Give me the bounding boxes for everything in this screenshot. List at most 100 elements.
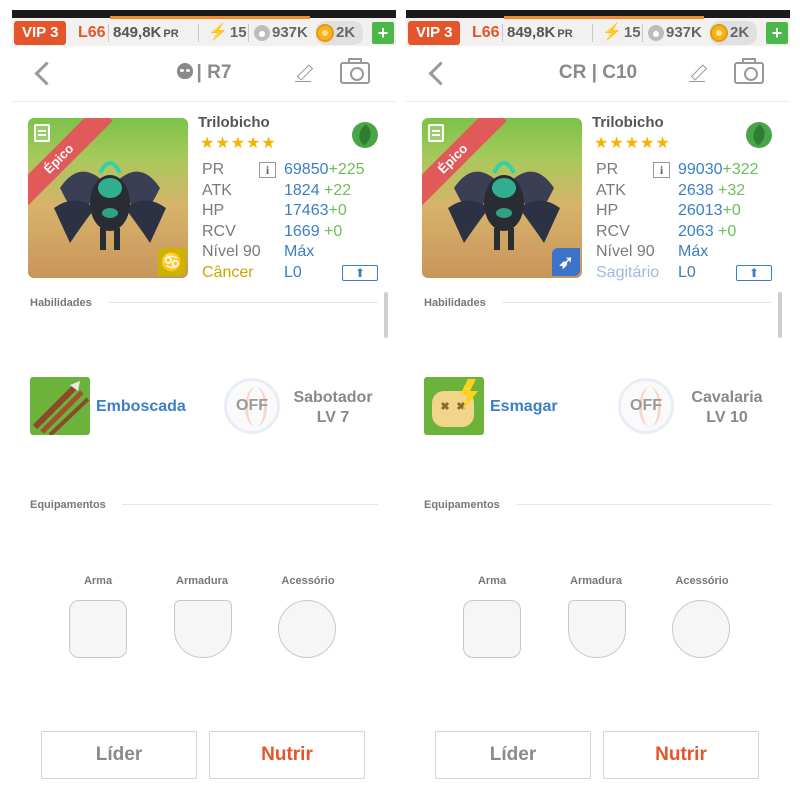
stat-row-atk: ATK 2638 +32 bbox=[596, 181, 786, 202]
stat-base: 2063 bbox=[678, 222, 714, 240]
player-level: L66 bbox=[78, 24, 106, 41]
edit-pencil-icon[interactable] bbox=[295, 64, 313, 82]
notes-icon[interactable] bbox=[428, 124, 444, 142]
leader-skill-level: LV 7 bbox=[316, 409, 350, 426]
upgrade-arrow-button[interactable]: ⬆ bbox=[342, 264, 378, 281]
lightning-icon: ⚡ bbox=[208, 24, 228, 41]
armor-slot[interactable] bbox=[568, 600, 626, 658]
player-power-value: 849,8K bbox=[507, 24, 556, 41]
coin-icon bbox=[316, 24, 334, 42]
stat-row-rcv: RCV 2063 +0 bbox=[596, 222, 786, 243]
monster-panel-left: VIP 3 L66 849,8KPR ⚡15 937K 2K + | R7 bbox=[12, 10, 396, 798]
feed-button[interactable]: Nutrir bbox=[603, 731, 759, 779]
notes-icon[interactable] bbox=[34, 124, 50, 142]
food-counter[interactable]: 937K bbox=[648, 21, 702, 45]
stats-table: PR i 69850+225 ATK 1824 +22 HP 17463+0 R… bbox=[202, 160, 392, 283]
weapon-slot[interactable] bbox=[69, 600, 127, 658]
stat-value: 1669 +0 bbox=[284, 222, 342, 242]
sign-level: L0 bbox=[284, 263, 302, 281]
sagittarius-icon: ➶ bbox=[552, 248, 580, 276]
leader-skill-toggle[interactable]: OFF bbox=[618, 378, 674, 434]
food-counter[interactable]: 937K bbox=[254, 21, 308, 45]
stat-base: 17463 bbox=[284, 202, 329, 219]
leaf-icon bbox=[746, 122, 772, 148]
leader-skill-toggle[interactable]: OFF bbox=[224, 378, 280, 434]
skills-section-title: Habilidades bbox=[30, 297, 92, 309]
coin-value: 2K bbox=[730, 24, 750, 41]
monster-name: Trilobicho bbox=[592, 114, 664, 131]
coin-icon bbox=[710, 24, 728, 42]
leader-button[interactable]: Líder bbox=[435, 731, 591, 779]
player-power: 849,8K PR bbox=[507, 21, 573, 46]
stat-base: 2638 bbox=[678, 181, 714, 199]
stat-row-sign: Câncer L0 ⬆ bbox=[202, 263, 392, 284]
stat-bonus: +0 bbox=[713, 222, 737, 240]
accessory-slot[interactable] bbox=[672, 600, 730, 658]
cancer-icon: ♋ bbox=[158, 248, 186, 276]
coin-counter[interactable]: 2K bbox=[316, 21, 364, 45]
divider bbox=[516, 504, 772, 505]
stat-row-pr: PR i 99030+322 bbox=[596, 160, 786, 181]
feed-button[interactable]: Nutrir bbox=[209, 731, 365, 779]
stat-value: 1824 +22 bbox=[284, 181, 351, 201]
add-coins-button[interactable]: + bbox=[372, 22, 394, 44]
skill-name[interactable]: Emboscada bbox=[96, 398, 186, 416]
camera-icon[interactable] bbox=[340, 58, 370, 84]
weapon-slot[interactable] bbox=[463, 600, 521, 658]
camera-icon[interactable] bbox=[734, 58, 764, 84]
ambush-skill-icon[interactable] bbox=[30, 377, 90, 435]
upgrade-arrow-button[interactable]: ⬆ bbox=[736, 264, 772, 281]
monster-portrait[interactable]: Épico ➶ bbox=[422, 118, 582, 278]
status-bar: VIP 3 L66 849,8K PR ⚡ 15 937K 2K + bbox=[406, 10, 790, 46]
stats-table: PR i 99030+322 ATK 2638 +32 HP 26013+0 R… bbox=[596, 160, 786, 283]
leader-skill: Cavalaria LV 10 bbox=[672, 388, 782, 428]
divider bbox=[122, 504, 378, 505]
lightning-icon: ⚡ bbox=[602, 24, 622, 41]
food-value: 937K bbox=[272, 24, 308, 41]
paw-icon bbox=[254, 25, 270, 41]
scrollbar[interactable] bbox=[778, 292, 782, 338]
stat-base: 26013 bbox=[678, 202, 723, 219]
player-power-value: 849,8K bbox=[113, 24, 162, 41]
stat-base: 69850 bbox=[284, 161, 329, 178]
stat-row-hp: HP 26013+0 bbox=[596, 201, 786, 222]
vip-badge[interactable]: VIP 3 bbox=[14, 21, 67, 45]
stat-value: 26013+0 bbox=[678, 201, 741, 221]
divider bbox=[502, 24, 503, 42]
info-icon[interactable]: i bbox=[259, 162, 276, 178]
divider bbox=[502, 302, 772, 303]
stat-bonus: +0 bbox=[328, 202, 347, 219]
divider bbox=[198, 24, 199, 42]
monster-portrait[interactable]: Épico ♋ bbox=[28, 118, 188, 278]
equipment-section-title: Equipamentos bbox=[30, 499, 106, 511]
monster-name: Trilobicho bbox=[198, 114, 270, 131]
vip-badge[interactable]: VIP 3 bbox=[408, 21, 461, 45]
stat-label: RCV bbox=[202, 222, 236, 240]
player-power: 849,8K PR bbox=[113, 21, 179, 46]
weapon-label: Arma bbox=[477, 575, 507, 587]
skill-name[interactable]: Esmagar bbox=[490, 398, 558, 416]
alien-icon bbox=[176, 63, 193, 79]
energy-counter[interactable]: ⚡ 15 bbox=[602, 21, 641, 45]
add-coins-button[interactable]: + bbox=[766, 22, 788, 44]
accessory-label: Acessório bbox=[675, 575, 729, 587]
leader-button[interactable]: Líder bbox=[41, 731, 197, 779]
page-title: CR | C10 bbox=[558, 62, 638, 83]
accessory-slot[interactable] bbox=[278, 600, 336, 658]
energy-counter[interactable]: ⚡ 15 bbox=[208, 21, 247, 45]
stat-label: PR bbox=[596, 161, 619, 178]
stat-label: PR bbox=[202, 161, 225, 178]
smash-skill-icon[interactable] bbox=[424, 377, 484, 435]
armor-label: Armadura bbox=[176, 575, 228, 587]
stat-label: HP bbox=[202, 202, 225, 219]
player-power-unit: PR bbox=[557, 28, 573, 40]
edit-pencil-icon[interactable] bbox=[689, 64, 707, 82]
info-icon[interactable]: i bbox=[653, 162, 670, 178]
scrollbar[interactable] bbox=[384, 292, 388, 338]
leader-skill-name: Cavalaria bbox=[691, 389, 763, 406]
armor-slot[interactable] bbox=[174, 600, 232, 658]
player-power-unit: PR bbox=[163, 28, 179, 40]
monster-panel-right: VIP 3 L66 849,8K PR ⚡ 15 937K 2K + CR | C1… bbox=[406, 10, 790, 798]
stat-bonus: +0 bbox=[722, 202, 741, 219]
coin-counter[interactable]: 2K bbox=[710, 21, 758, 45]
